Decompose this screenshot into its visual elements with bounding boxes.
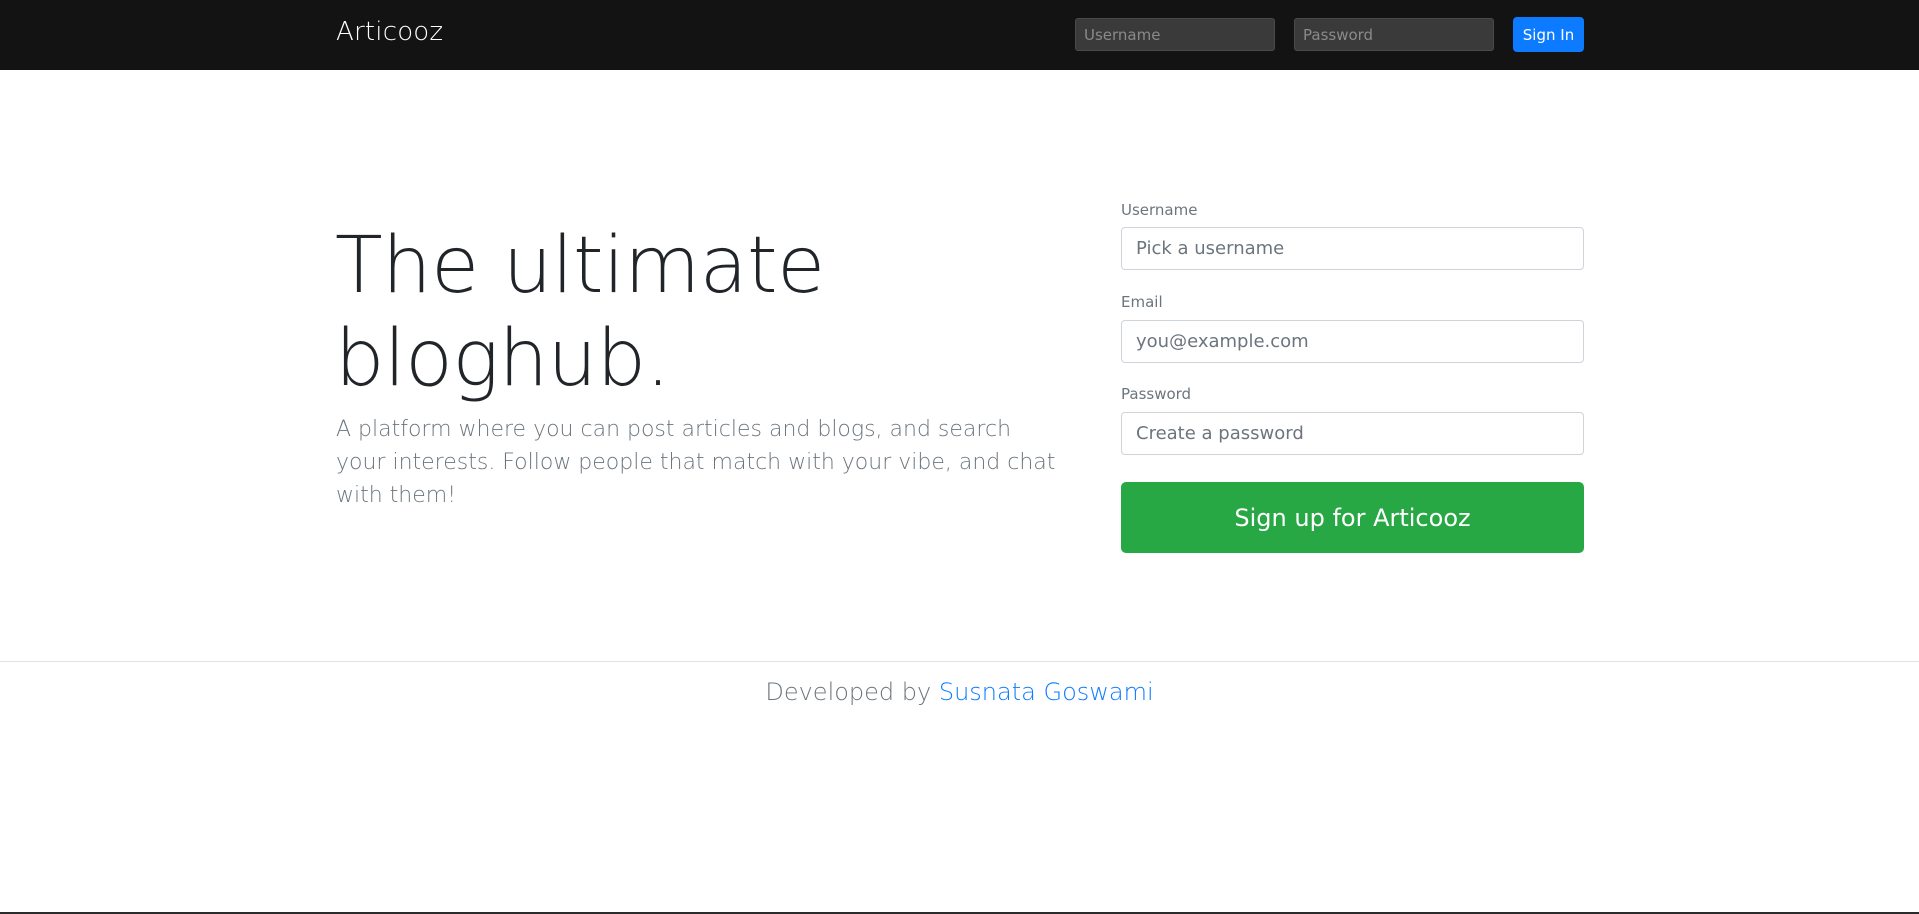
signup-email-label: Email (1121, 293, 1163, 311)
brand-logo-link[interactable]: Articooz (336, 17, 443, 47)
footer-prefix-text: Developed by (765, 678, 939, 706)
author-link[interactable]: Susnata Goswami (939, 678, 1154, 706)
signup-submit-button[interactable]: Sign up for Articooz (1121, 482, 1584, 553)
signup-password-input[interactable] (1121, 412, 1584, 455)
hero-heading-line-2: bloghub. (335, 314, 670, 404)
footer-divider (0, 661, 1919, 662)
signup-username-label: Username (1121, 201, 1198, 219)
top-navbar: Articooz Sign In (0, 0, 1919, 70)
signup-username-input[interactable] (1121, 227, 1584, 270)
signup-password-label: Password (1121, 385, 1192, 403)
hero-heading-line-1: The ultimate (335, 221, 825, 311)
navbar-username-input[interactable] (1075, 18, 1275, 51)
footer-credit: Developed by Susnata Goswami (0, 678, 1919, 706)
hero-lead-text: A platform where you can post articles a… (336, 417, 1056, 508)
navbar-password-input[interactable] (1294, 18, 1494, 51)
hero-heading: The ultimate bloghub. (335, 220, 1055, 406)
signin-button[interactable]: Sign In (1513, 17, 1584, 52)
signup-email-input[interactable] (1121, 320, 1584, 363)
